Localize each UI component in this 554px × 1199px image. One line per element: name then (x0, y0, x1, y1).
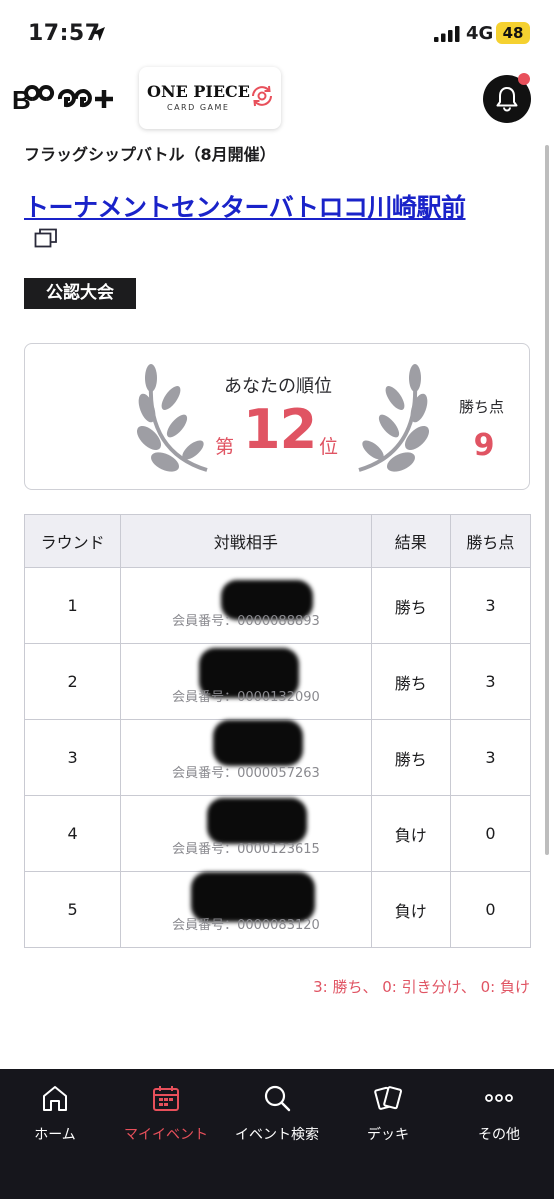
points-cell: 0 (449, 795, 532, 872)
points-legend: 3: 勝ち、 0: 引き分け、 0: 負け (313, 978, 530, 996)
battery-indicator: 48 (496, 22, 530, 44)
store-name-link[interactable]: トーナメントセンターバトロコ川崎駅前 (24, 188, 466, 224)
round-cell: 1 (23, 567, 122, 644)
search-icon (264, 1085, 291, 1112)
opponent-cell: 会員番号：0000088893 (120, 567, 372, 644)
table-header-row: ラウンド 対戦相手 結果 勝ち点 (23, 514, 532, 568)
result-cell: 負け (370, 795, 451, 872)
nav-more-label: その他 (478, 1127, 520, 1143)
rank-number: 12 (243, 398, 317, 461)
points-cell: 0 (449, 871, 532, 948)
more-icon (485, 1094, 513, 1102)
nav-event-search-label: イベント検索 (235, 1127, 319, 1143)
cards-icon (374, 1086, 403, 1110)
result-cell: 負け (370, 871, 451, 948)
header-result: 結果 (370, 514, 451, 568)
scrollbar[interactable] (545, 145, 549, 855)
notification-badge (518, 73, 530, 85)
points-cell: 3 (449, 643, 532, 720)
calendar-icon (153, 1086, 179, 1111)
opponent-cell: 会員番号：0000123615 (120, 795, 372, 872)
round-cell: 2 (23, 643, 122, 720)
nav-deck[interactable]: デッキ (333, 1069, 443, 1159)
opponent-cell: 会員番号：0000083120 (120, 871, 372, 948)
result-cell: 勝ち (370, 567, 451, 644)
nav-home[interactable]: ホーム (0, 1069, 110, 1159)
table-row: 3 会員番号：0000057263 勝ち 3 (23, 719, 532, 796)
points-cell: 3 (449, 719, 532, 796)
header-points: 勝ち点 (449, 514, 532, 568)
network-type: 4G (466, 23, 494, 44)
opponent-cell: 会員番号：0000132090 (120, 643, 372, 720)
table-row: 5 会員番号：0000083120 負け 0 (23, 871, 532, 948)
member-number: 会員番号：0000057263 (172, 766, 320, 781)
nav-my-events[interactable]: マイイベント (111, 1069, 221, 1159)
nav-deck-label: デッキ (367, 1127, 409, 1143)
event-subtitle: フラッグシップバトル（8月開催） (24, 145, 276, 164)
bell-icon (496, 87, 518, 112)
app-header: B ONE PIECE CARD GAME (0, 66, 554, 132)
location-arrow-icon (91, 27, 105, 41)
one-piece-card-game-logo[interactable]: ONE PIECE CARD GAME (139, 67, 281, 129)
table-row: 1 会員番号：0000088893 勝ち 3 (23, 567, 532, 644)
table-row: 4 会員番号：0000123615 負け 0 (23, 795, 532, 872)
nav-home-label: ホーム (34, 1127, 76, 1143)
header-round: ラウンド (23, 514, 122, 568)
round-cell: 5 (23, 871, 122, 948)
status-bar: 17:57 4G 48 (0, 0, 554, 66)
rank-suffix: 位 (319, 436, 339, 458)
results-table: ラウンド 対戦相手 結果 勝ち点 1 会員番号：0000088893 勝ち 3 … (23, 514, 532, 948)
nav-more[interactable]: その他 (444, 1069, 554, 1159)
switch-game-icon (252, 85, 272, 107)
result-cell: 勝ち (370, 719, 451, 796)
rank-card: あなたの順位 第 12 位 勝ち点 9 (24, 343, 530, 490)
header-opponent: 対戦相手 (120, 514, 372, 568)
member-number: 会員番号：0000088893 (172, 614, 320, 629)
round-cell: 3 (23, 719, 122, 796)
bandai-card-games-logo[interactable]: B (12, 84, 116, 114)
home-icon (43, 1086, 67, 1111)
game-logo-title: ONE PIECE (147, 82, 250, 101)
rank-prefix: 第 (215, 436, 235, 458)
copy-icon[interactable] (34, 227, 58, 249)
member-number: 会員番号：0000083120 (172, 918, 320, 933)
nav-event-search[interactable]: イベント検索 (222, 1069, 332, 1159)
table-row: 2 会員番号：0000132090 勝ち 3 (23, 643, 532, 720)
points-value: 9 (473, 428, 495, 463)
round-cell: 4 (23, 795, 122, 872)
points-label: 勝ち点 (459, 398, 505, 416)
result-cell: 勝ち (370, 643, 451, 720)
rank-label: あなたの順位 (224, 376, 332, 397)
member-number: 会員番号：0000123615 (172, 842, 320, 857)
game-logo-subtitle: CARD GAME (167, 103, 230, 112)
points-cell: 3 (449, 567, 532, 644)
cellular-signal-icon (434, 26, 460, 42)
event-category-badge: 公認大会 (24, 278, 136, 309)
member-number: 会員番号：0000132090 (172, 690, 320, 705)
bottom-navigation: ホーム マイイベント イベント検索 デッキ その他 (0, 1069, 554, 1199)
opponent-cell: 会員番号：0000057263 (120, 719, 372, 796)
redacted-opponent-name (213, 720, 304, 766)
nav-my-events-label: マイイベント (124, 1127, 208, 1143)
